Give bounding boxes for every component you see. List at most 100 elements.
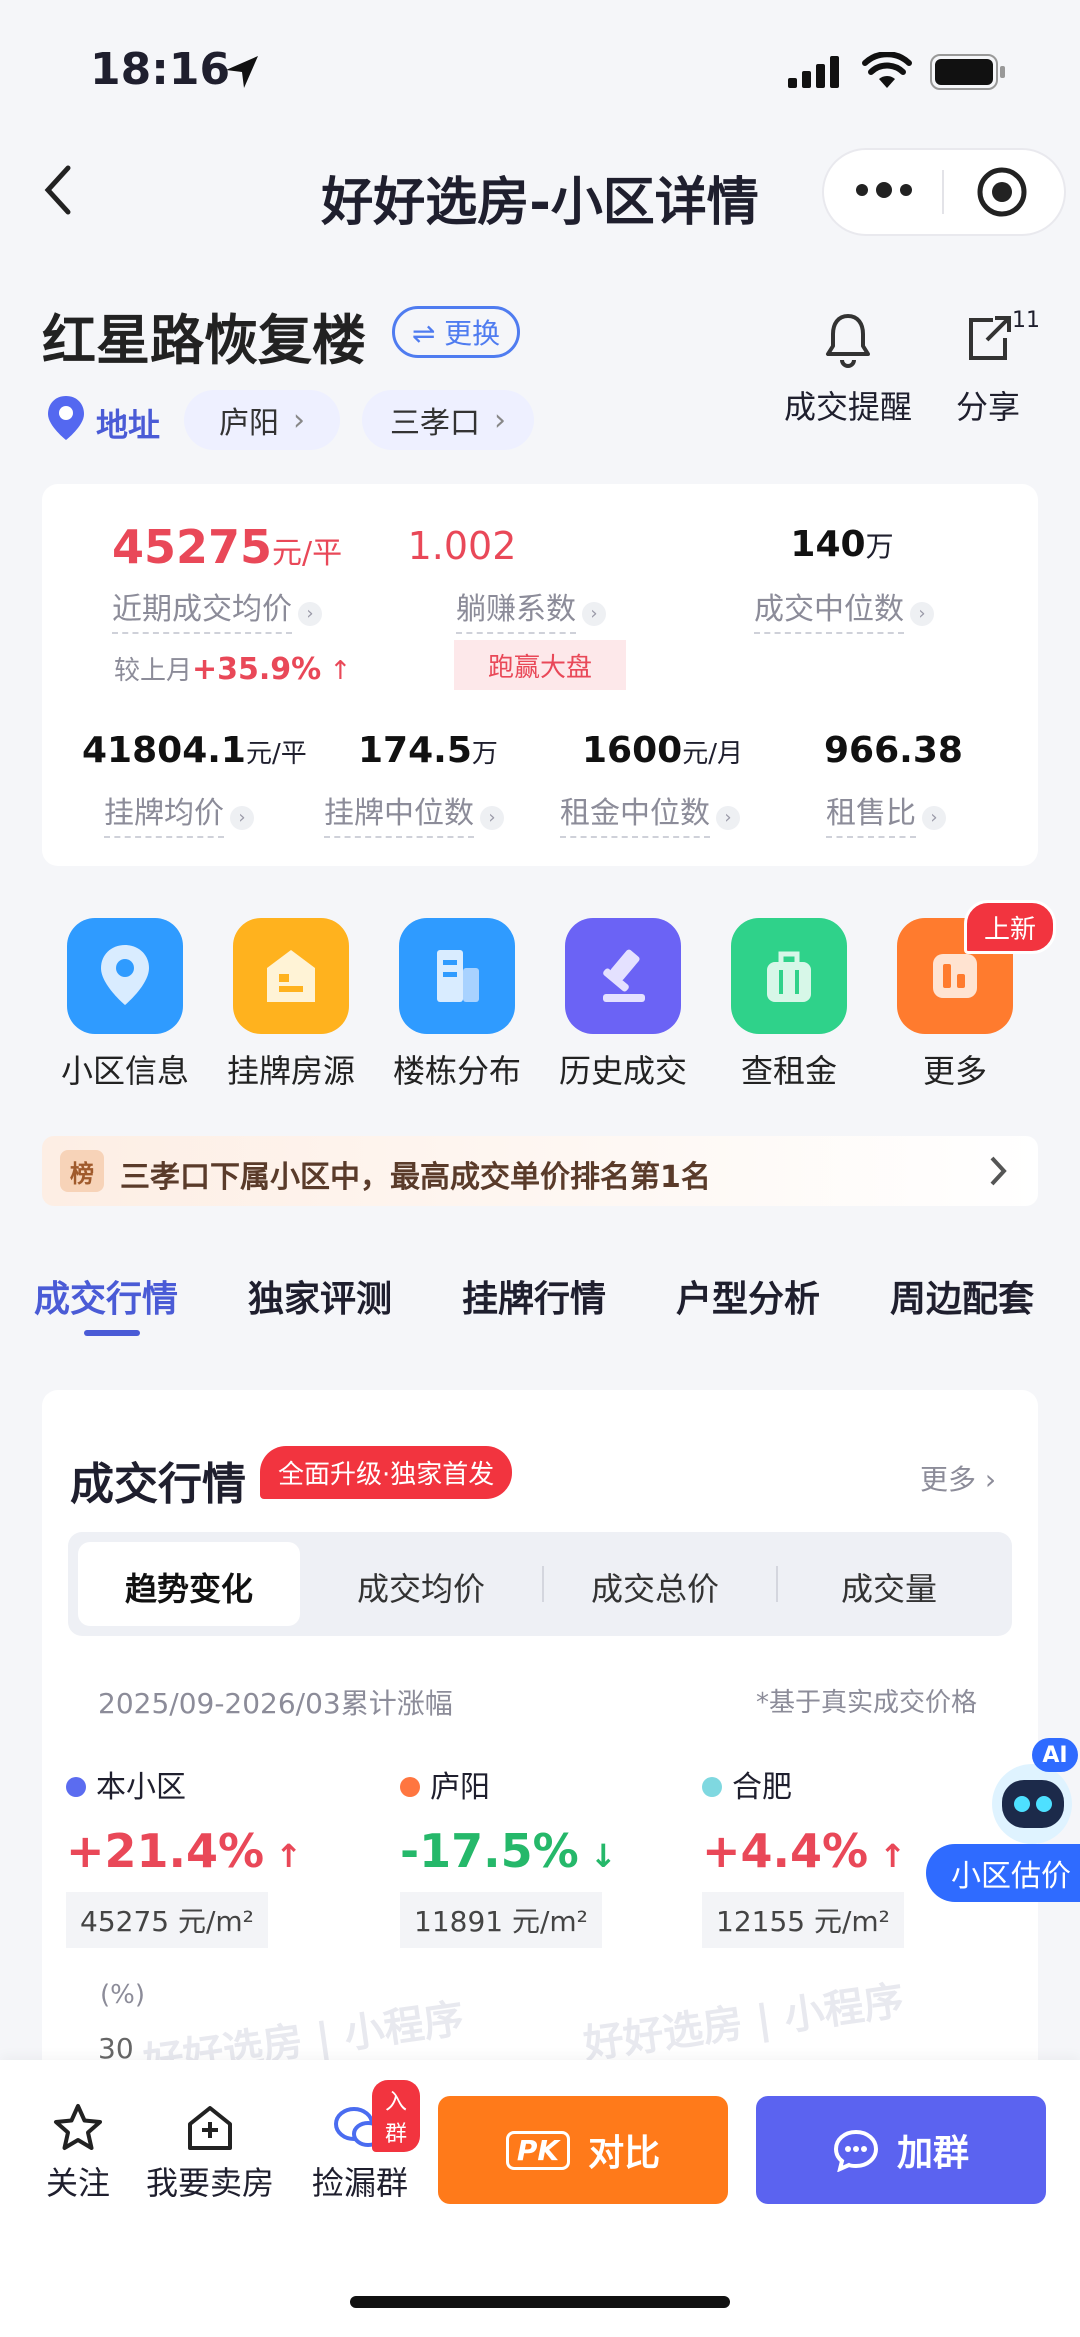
avg-price-value: 45275: [112, 520, 273, 574]
share-icon: [969, 316, 1011, 360]
signal-icon: [788, 56, 839, 88]
tab-surroundings[interactable]: 周边配套: [890, 1270, 1034, 1322]
rank-badge-icon: 榜: [60, 1150, 104, 1192]
menu-item-buildings[interactable]: 楼栋分布: [374, 900, 540, 1092]
switch-community-button[interactable]: ⇌ 更换: [392, 306, 520, 358]
info-icon: ›: [716, 806, 740, 830]
sell-label: 我要卖房: [145, 2164, 274, 2202]
district-tag[interactable]: 庐阳 ›: [184, 390, 340, 450]
compare-col-district: 庐阳 -17.5% ↓ 11891 元/m²: [400, 1762, 700, 1948]
segment-total-price[interactable]: 成交总价: [544, 1564, 766, 1610]
listing-avg-value: 41804.1: [82, 730, 246, 771]
menu-item-history[interactable]: 历史成交: [540, 900, 706, 1092]
follow-label: 关注: [45, 2164, 110, 2202]
chevron-right-icon: ›: [293, 402, 305, 438]
median-deal-metric: 140万: [742, 524, 942, 565]
battery-icon: [930, 54, 1005, 90]
status-bar: 18:16: [0, 0, 1080, 120]
segment-volume[interactable]: 成交量: [778, 1564, 1000, 1610]
compare-price: 45275 元/m²: [66, 1892, 268, 1948]
sell-button[interactable]: 我要卖房: [140, 2102, 280, 2204]
arrow-up-icon: ↑: [264, 1837, 303, 1875]
compare-label: 对比: [588, 2133, 661, 2174]
close-miniprogram-icon[interactable]: [976, 166, 1028, 218]
feature-menu: 小区信息 挂牌房源 楼栋分布 历史成交 查租金 更多 上新: [42, 900, 1056, 1100]
rent-median-label: 租金中位数: [560, 788, 710, 838]
compare-price: 11891 元/m²: [400, 1892, 602, 1948]
coefficient-label-row[interactable]: 躺赚系数 ›: [456, 584, 606, 634]
address-pin-icon: [48, 396, 84, 440]
listing-avg-unit: 元/平: [245, 739, 307, 769]
listing-avg-label-row[interactable]: 挂牌均价 ›: [104, 788, 254, 838]
valuation-button[interactable]: 小区估价: [926, 1844, 1080, 1902]
median-deal-label-row[interactable]: 成交中位数 ›: [754, 584, 934, 634]
deal-alert-label: 成交提醒: [783, 388, 912, 426]
menu-item-listings[interactable]: 挂牌房源: [208, 900, 374, 1092]
compare-button[interactable]: PK 对比: [438, 2096, 728, 2204]
share-button[interactable]: 11 分享: [940, 308, 1040, 428]
info-icon: ›: [910, 602, 934, 626]
chevron-right-icon: ›: [494, 402, 506, 438]
tab-listings[interactable]: 挂牌行情: [462, 1270, 606, 1322]
bell-icon: [826, 314, 870, 368]
menu-item-community-info[interactable]: 小区信息: [42, 900, 208, 1092]
rent-median-label-row[interactable]: 租金中位数 ›: [560, 788, 740, 838]
avg-price-metric[interactable]: 45275元/平: [112, 520, 352, 574]
compare-name-row: 合肥: [702, 1762, 1002, 1806]
more-dots-icon[interactable]: [854, 178, 914, 202]
ranking-banner[interactable]: 榜 三孝口下属小区中，最高成交单价排名第1名: [42, 1136, 1038, 1206]
listing-avg-metric: 41804.1元/平: [82, 730, 307, 771]
segment-avg-price[interactable]: 成交均价: [310, 1564, 532, 1610]
median-deal-label: 成交中位数: [754, 584, 904, 634]
status-time: 18:16: [90, 44, 231, 95]
listing-median-label-row[interactable]: 挂牌中位数 ›: [324, 788, 504, 838]
follow-button[interactable]: 关注: [36, 2102, 120, 2204]
data-note: *基于真实成交价格: [756, 1688, 978, 1718]
menu-item-rent[interactable]: 查租金: [706, 900, 872, 1092]
listings-icon: [233, 918, 349, 1034]
avg-price-label-row: 近期成交均价 ›: [112, 584, 322, 634]
compare-change: -17.5% ↓: [400, 1824, 700, 1878]
info-icon: ›: [480, 806, 504, 830]
ai-badge: AI: [1032, 1738, 1078, 1772]
legend-dot: [702, 1777, 722, 1797]
join-group-button[interactable]: 加群: [756, 2096, 1046, 2204]
miniprogram-capsule: [822, 148, 1066, 236]
listing-median-metric: 174.5万: [358, 730, 498, 771]
wifi-icon: [862, 52, 912, 88]
watermark: 好好选房 | 小程序: [580, 1977, 907, 2069]
tab-deals[interactable]: 成交行情: [34, 1270, 178, 1322]
deal-alert-button[interactable]: 成交提醒: [778, 312, 918, 428]
rent-ratio-metric: 966.38: [824, 730, 963, 771]
tab-review[interactable]: 独家评测: [248, 1270, 392, 1322]
segment-trend[interactable]: 趋势变化: [78, 1564, 300, 1610]
chevron-right-icon: ›: [976, 1463, 997, 1496]
gavel-icon: [565, 918, 681, 1034]
info-icon: ›: [230, 806, 254, 830]
legend-dot: [66, 1777, 86, 1797]
compare-change: +21.4% ↑: [66, 1824, 366, 1878]
rent-ratio-label: 租售比: [826, 788, 916, 838]
median-deal-unit: 万: [865, 530, 894, 563]
menu-label: 楼栋分布: [392, 1052, 521, 1090]
ai-robot-icon[interactable]: AI: [980, 1738, 1080, 1850]
listing-median-label: 挂牌中位数: [324, 788, 474, 838]
more-link[interactable]: 更多 ›: [920, 1458, 996, 1498]
info-icon: ›: [298, 602, 322, 626]
address-label[interactable]: 地址: [96, 400, 160, 446]
coefficient-value: 1.002: [407, 524, 517, 568]
compare-price: 12155 元/m²: [702, 1892, 904, 1948]
section-tabs: 成交行情 独家评测 挂牌行情 户型分析 周边配套: [0, 1262, 1080, 1342]
menu-item-more[interactable]: 更多 上新: [872, 900, 1056, 1092]
info-icon: ›: [582, 602, 606, 626]
area-tag[interactable]: 三孝口 ›: [362, 390, 534, 450]
rent-ratio-label-row[interactable]: 租售比 ›: [826, 788, 946, 838]
median-deal-value: 140: [790, 524, 866, 565]
community-info-icon: [67, 918, 183, 1034]
group-button[interactable]: 捡漏群 入群: [300, 2080, 420, 2204]
deal-section-title: 成交行情: [70, 1459, 246, 1510]
menu-label: 查租金: [740, 1052, 837, 1090]
rent-median-metric: 1600元/月: [582, 730, 743, 771]
group-label: 捡漏群: [311, 2164, 408, 2202]
tab-layout[interactable]: 户型分析: [676, 1270, 820, 1322]
